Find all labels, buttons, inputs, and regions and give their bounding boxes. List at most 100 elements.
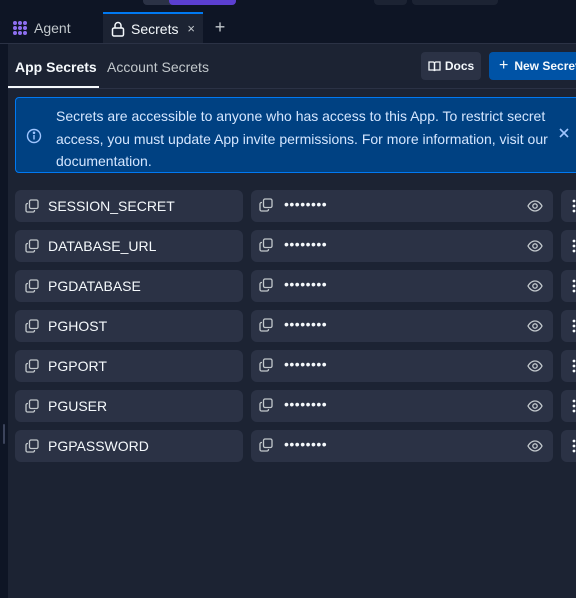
subtab-account-secrets[interactable]: Account Secrets — [107, 59, 209, 75]
tab-secrets-label: Secrets — [131, 20, 179, 37]
copy-icon[interactable] — [25, 199, 39, 213]
docs-button[interactable]: Docs — [421, 52, 481, 80]
secret-value-masked: •••••••• — [284, 316, 328, 332]
more-vertical-icon — [570, 318, 576, 339]
secret-value-field[interactable]: •••••••• — [251, 350, 553, 382]
secrets-panel: App Secrets Account Secrets Docs + New S… — [8, 44, 576, 598]
more-vertical-icon — [570, 438, 576, 459]
eye-icon[interactable] — [527, 238, 543, 259]
copy-icon[interactable] — [259, 278, 273, 297]
secret-more-button[interactable] — [561, 190, 576, 222]
copy-icon[interactable] — [259, 198, 273, 217]
new-secret-button[interactable]: + New Secret — [489, 52, 576, 80]
secret-key-label: PGDATABASE — [48, 278, 141, 294]
top-strip — [0, 0, 576, 12]
copy-icon[interactable] — [25, 439, 39, 453]
more-vertical-icon — [570, 198, 576, 219]
workspace-pill-accent — [169, 0, 236, 5]
secret-key-field[interactable]: PGUSER — [15, 390, 243, 422]
copy-icon[interactable] — [259, 358, 273, 377]
secret-value-field[interactable]: •••••••• — [251, 430, 553, 462]
secret-key-field[interactable]: DATABASE_URL — [15, 230, 243, 262]
eye-icon[interactable] — [527, 438, 543, 459]
info-banner: Secrets are accessible to anyone who has… — [15, 97, 576, 173]
secret-key-label: PGHOST — [48, 318, 108, 334]
lock-icon — [111, 21, 125, 37]
secret-more-button[interactable] — [561, 310, 576, 342]
copy-icon[interactable] — [25, 239, 39, 253]
secret-key-field[interactable]: PGPORT — [15, 350, 243, 382]
secret-key-field[interactable]: PGPASSWORD — [15, 430, 243, 462]
secret-value-field[interactable]: •••••••• — [251, 310, 553, 342]
secret-key-label: SESSION_SECRET — [48, 198, 175, 214]
copy-icon[interactable] — [259, 438, 273, 457]
secret-more-button[interactable] — [561, 430, 576, 462]
active-subtab-indicator — [8, 86, 99, 88]
eye-icon[interactable] — [527, 398, 543, 419]
book-icon — [428, 60, 441, 72]
more-vertical-icon — [570, 358, 576, 379]
secret-value-masked: •••••••• — [284, 356, 328, 372]
tab-bar: Agent Secrets × + — [0, 12, 576, 44]
secret-row: PGHOST •••••••• — [15, 310, 576, 342]
copy-icon[interactable] — [25, 279, 39, 293]
secret-value-field[interactable]: •••••••• — [251, 190, 553, 222]
secret-more-button[interactable] — [561, 230, 576, 262]
secret-value-masked: •••••••• — [284, 436, 328, 452]
new-secret-button-label: New Secret — [514, 59, 576, 73]
secret-more-button[interactable] — [561, 390, 576, 422]
agent-grid-icon — [12, 20, 28, 36]
secret-value-masked: •••••••• — [284, 396, 328, 412]
secret-more-button[interactable] — [561, 350, 576, 382]
dismiss-banner-icon[interactable] — [558, 126, 570, 144]
secret-value-masked: •••••••• — [284, 196, 328, 212]
secret-value-masked: •••••••• — [284, 276, 328, 292]
close-tab-icon[interactable]: × — [187, 21, 195, 36]
eye-icon[interactable] — [527, 358, 543, 379]
secret-key-label: PGPORT — [48, 358, 107, 374]
tab-agent[interactable]: Agent — [8, 12, 102, 43]
secret-value-field[interactable]: •••••••• — [251, 270, 553, 302]
secret-row: PGDATABASE •••••••• — [15, 270, 576, 302]
plus-icon: + — [499, 57, 509, 74]
secret-key-label: DATABASE_URL — [48, 238, 157, 254]
copy-icon[interactable] — [259, 318, 273, 337]
secret-key-field[interactable]: PGHOST — [15, 310, 243, 342]
secret-value-masked: •••••••• — [284, 236, 328, 252]
docs-button-label: Docs — [444, 59, 475, 73]
more-vertical-icon — [570, 278, 576, 299]
secret-row: PGUSER •••••••• — [15, 390, 576, 422]
panel-resize-handle[interactable] — [3, 424, 5, 444]
eye-icon[interactable] — [527, 198, 543, 219]
more-vertical-icon — [570, 398, 576, 419]
copy-icon[interactable] — [259, 398, 273, 417]
copy-icon[interactable] — [25, 359, 39, 373]
eye-icon[interactable] — [527, 278, 543, 299]
more-vertical-icon — [570, 238, 576, 259]
secret-row: SESSION_SECRET •••••••• — [15, 190, 576, 222]
eye-icon[interactable] — [527, 318, 543, 339]
copy-icon[interactable] — [25, 319, 39, 333]
secret-key-field[interactable]: PGDATABASE — [15, 270, 243, 302]
add-tab-button[interactable]: + — [210, 17, 230, 37]
workspace-pill[interactable] — [143, 0, 236, 5]
secret-key-label: PGUSER — [48, 398, 108, 414]
secret-value-field[interactable]: •••••••• — [251, 390, 553, 422]
secret-row: DATABASE_URL •••••••• — [15, 230, 576, 262]
info-banner-message: Secrets are accessible to anyone who has… — [56, 108, 548, 169]
toolbar-pill-small[interactable] — [374, 0, 407, 5]
tab-agent-label: Agent — [34, 19, 71, 36]
secrets-subtabs: App Secrets Account Secrets Docs + New S… — [8, 44, 576, 89]
toolbar-pill-wide[interactable] — [412, 0, 498, 5]
secret-row: PGPORT •••••••• — [15, 350, 576, 382]
subtab-app-secrets[interactable]: App Secrets — [15, 59, 97, 75]
tab-secrets[interactable]: Secrets × — [103, 12, 203, 43]
copy-icon[interactable] — [259, 238, 273, 257]
info-icon — [26, 128, 42, 149]
secret-row: PGPASSWORD •••••••• — [15, 430, 576, 462]
secret-key-field[interactable]: SESSION_SECRET — [15, 190, 243, 222]
copy-icon[interactable] — [25, 399, 39, 413]
secret-value-field[interactable]: •••••••• — [251, 230, 553, 262]
secret-key-label: PGPASSWORD — [48, 438, 149, 454]
secret-more-button[interactable] — [561, 270, 576, 302]
